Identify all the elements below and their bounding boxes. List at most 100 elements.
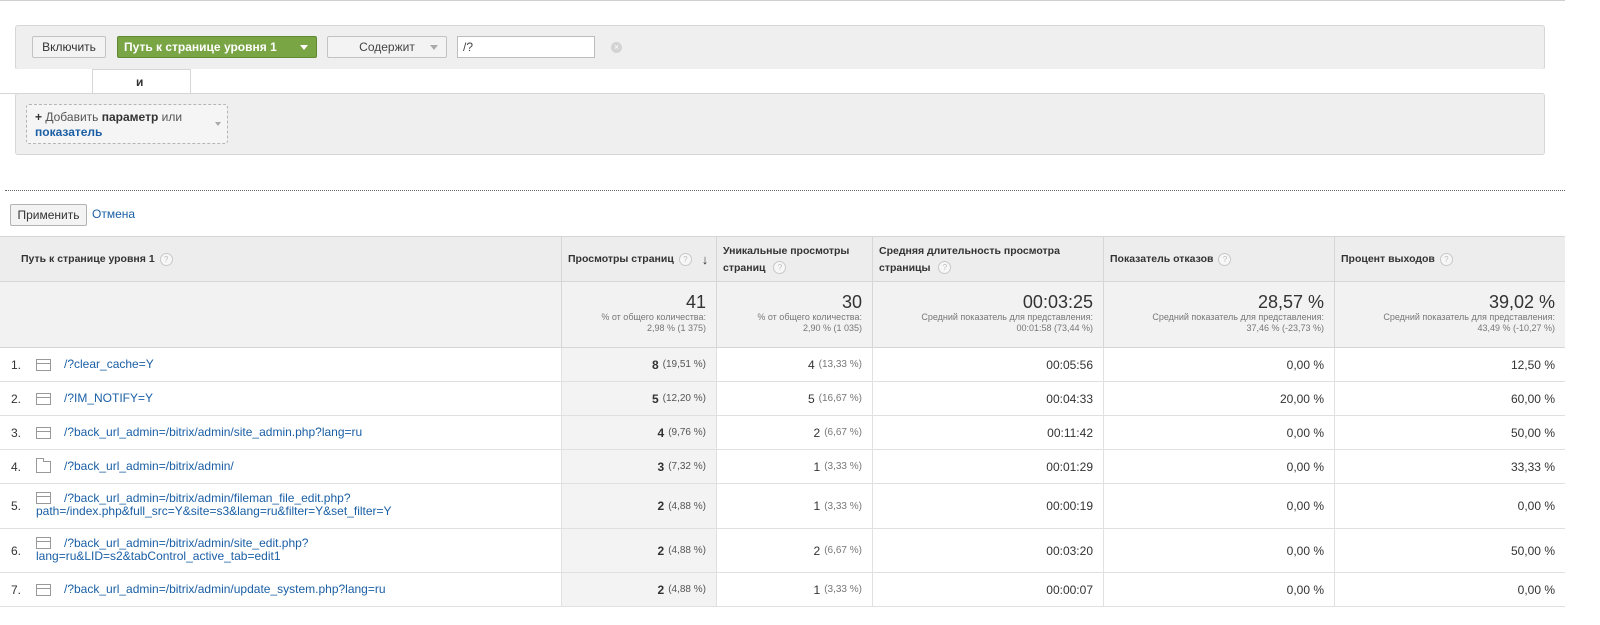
- total-caption: 2,90 % (1 035): [802, 323, 862, 333]
- row-path-link[interactable]: /?clear_cache=Y: [64, 358, 154, 371]
- column-header-exit-rate[interactable]: Процент выходов ?: [1334, 237, 1565, 282]
- row-path-link[interactable]: /?back_url_admin=/bitrix/admin/update_sy…: [64, 583, 386, 596]
- filter-condition-panel: Включить Путь к странице уровня 1 Содерж…: [15, 25, 1545, 70]
- row-number: 2.: [11, 391, 22, 406]
- row-number: 1.: [11, 357, 22, 372]
- column-header-label: Показатель отказов: [1110, 253, 1214, 265]
- table-row: 4. /?back_url_admin=/bitrix/admin/3 (7,32 …: [0, 450, 1565, 484]
- row-path-link[interactable]: /?back_url_admin=/bitrix/admin/site_edit…: [36, 537, 308, 563]
- and-connector-right: [190, 69, 1545, 94]
- total-exit-rate: 39,02 % Средний показатель для представл…: [1334, 282, 1565, 347]
- help-icon[interactable]: ?: [1439, 253, 1453, 266]
- total-caption: Средний показатель для представления:: [1383, 312, 1555, 322]
- param-word: параметр: [101, 110, 159, 124]
- row-bounce-cell: 0,00 %: [1103, 416, 1334, 449]
- total-caption: Средний показатель для представления:: [1152, 312, 1324, 322]
- row-exit-cell: 60,00 %: [1334, 382, 1565, 415]
- folder-icon[interactable]: [36, 457, 51, 473]
- row-number: 5.: [11, 499, 22, 513]
- row-avg-cell: 00:11:42: [872, 416, 1103, 449]
- total-value: 39,02 %: [1488, 292, 1555, 312]
- filter-value-input[interactable]: [457, 36, 595, 58]
- page-icon[interactable]: [36, 392, 51, 405]
- help-icon[interactable]: ?: [678, 253, 692, 266]
- dimension-select[interactable]: Путь к странице уровня 1: [117, 36, 317, 58]
- metric-word: показатель: [35, 125, 103, 139]
- total-avg-time: 00:03:25 Средний показатель для представ…: [872, 282, 1103, 347]
- column-header-unique-pageviews[interactable]: Уникальные просмотры страниц ?: [716, 237, 872, 282]
- row-dimension-cell: 4. /?back_url_admin=/bitrix/admin/: [0, 450, 561, 483]
- dimension-select-label: Путь к странице уровня 1: [124, 40, 277, 54]
- column-header-label: Средняя длительность просмотра: [879, 244, 1060, 257]
- apply-button[interactable]: Применить: [10, 204, 87, 226]
- help-icon[interactable]: ?: [159, 253, 173, 266]
- row-bounce-cell: 0,00 %: [1103, 529, 1334, 572]
- column-header-label: Процент выходов: [1341, 253, 1435, 265]
- page-icon[interactable]: [36, 492, 51, 504]
- page-icon[interactable]: [36, 426, 51, 439]
- row-path-link[interactable]: /?IM_NOTIFY=Y: [64, 392, 153, 405]
- total-caption: % от общего количества:: [757, 312, 862, 322]
- row-avg-cell: 00:04:33: [872, 382, 1103, 415]
- row-path-link[interactable]: /?back_url_admin=/bitrix/admin/site_admi…: [64, 426, 362, 439]
- sort-descending-icon[interactable]: ↓: [702, 251, 709, 268]
- row-pv-cell: 2 (4,88 %): [561, 573, 716, 606]
- total-pageviews: 41 % от общего количества: 2,98 % (1 375…: [561, 282, 716, 347]
- top-divider: [0, 0, 1565, 1]
- row-number: 3.: [11, 425, 22, 440]
- column-header-label: страниц: [723, 261, 766, 274]
- row-pv-cell: 4 (9,76 %): [561, 416, 716, 449]
- row-avg-cell: 00:01:29: [872, 450, 1103, 483]
- row-exit-cell: 33,33 %: [1334, 450, 1565, 483]
- column-header-bounce-rate[interactable]: Показатель отказов ?: [1103, 237, 1334, 282]
- column-header-label: Просмотры страниц: [568, 253, 674, 265]
- row-pv-cell: 2 (4,88 %): [561, 529, 716, 572]
- total-caption: 00:01:58 (73,44 %): [1016, 323, 1093, 333]
- row-path-link[interactable]: /?back_url_admin=/bitrix/admin/: [64, 460, 234, 473]
- add-dimension-or-metric-button[interactable]: + Добавить параметр или показатель: [26, 104, 228, 144]
- row-uv-cell: 1 (3,33 %): [716, 573, 872, 606]
- total-value: 41: [685, 292, 706, 312]
- total-value: 00:03:25: [1022, 292, 1093, 312]
- row-uv-cell: 2 (6,67 %): [716, 529, 872, 572]
- column-header-label: Путь к странице уровня 1: [21, 253, 155, 265]
- remove-condition-icon[interactable]: ×: [611, 42, 622, 53]
- table-row: 6. /?back_url_admin=/bitrix/admin/site_ed…: [0, 529, 1565, 573]
- row-exit-cell: 50,00 %: [1334, 529, 1565, 572]
- row-dimension-cell: 5. /?back_url_admin=/bitrix/admin/fileman…: [0, 484, 561, 528]
- row-number: 4.: [11, 459, 22, 474]
- page-icon[interactable]: [36, 583, 51, 596]
- row-dimension-cell: 7. /?back_url_admin=/bitrix/admin/update_…: [0, 573, 561, 606]
- help-icon[interactable]: ?: [938, 261, 952, 275]
- row-pv-cell: 2 (4,88 %): [561, 484, 716, 528]
- total-unique-pageviews: 30 % от общего количества: 2,90 % (1 035…: [716, 282, 872, 347]
- cancel-link[interactable]: Отмена: [92, 207, 135, 221]
- help-icon[interactable]: ?: [773, 261, 787, 275]
- or-word: или: [161, 110, 183, 124]
- total-caption: 2,98 % (1 375): [646, 323, 706, 333]
- help-icon[interactable]: ?: [1218, 253, 1232, 266]
- row-avg-cell: 00:00:07: [872, 573, 1103, 606]
- row-pv-cell: 5 (12,20 %): [561, 382, 716, 415]
- row-bounce-cell: 0,00 %: [1103, 348, 1334, 381]
- row-dimension-cell: 1. /?clear_cache=Y: [0, 348, 561, 381]
- total-value: 30: [841, 292, 862, 312]
- total-caption: Средний показатель для представления:: [921, 312, 1093, 322]
- column-header-label: страницы: [879, 261, 931, 274]
- column-header-avg-time[interactable]: Средняя длительность просмотра страницы …: [872, 237, 1103, 282]
- and-connector-left: [0, 69, 93, 94]
- include-exclude-button[interactable]: Включить: [32, 36, 106, 58]
- total-value: 28,57 %: [1257, 292, 1324, 312]
- page-icon[interactable]: [36, 537, 51, 549]
- row-path-link[interactable]: /?back_url_admin=/bitrix/admin/fileman_f…: [36, 492, 392, 518]
- page-icon[interactable]: [36, 358, 51, 371]
- row-dimension-cell: 2. /?IM_NOTIFY=Y: [0, 382, 561, 415]
- column-header-dimension[interactable]: Путь к странице уровня 1 ?: [0, 237, 561, 282]
- table-row: 1. /?clear_cache=Y 8 (19,51 %) 4 (13,33 %) 00:…: [0, 348, 1565, 382]
- column-header-pageviews[interactable]: Просмотры страниц ? ↓: [561, 237, 716, 282]
- row-dimension-cell: 6. /?back_url_admin=/bitrix/admin/site_ed…: [0, 529, 561, 572]
- table-row: 3. /?back_url_admin=/bitrix/admin/site_ad…: [0, 416, 1565, 450]
- match-type-select[interactable]: Содержит: [327, 36, 447, 58]
- chevron-down-icon: [215, 122, 221, 126]
- row-avg-cell: 00:00:19: [872, 484, 1103, 528]
